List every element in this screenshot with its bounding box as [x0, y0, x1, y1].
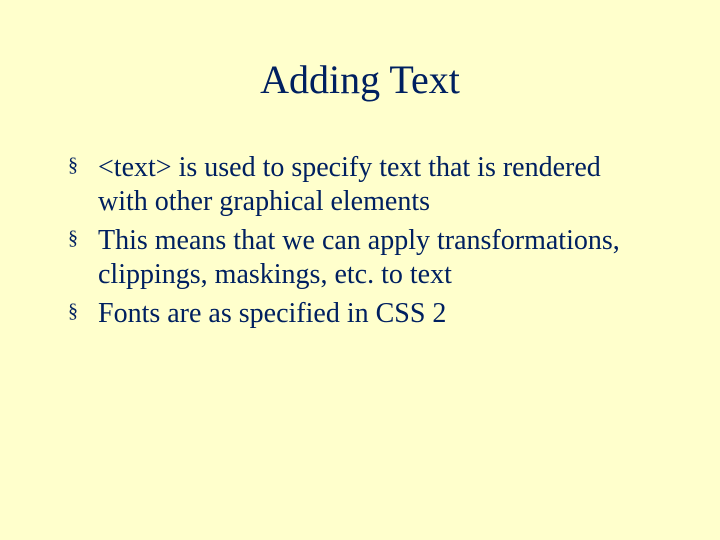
bullet-icon: § [68, 226, 78, 250]
bullet-icon: § [68, 153, 78, 177]
bullet-text: Fonts are as specified in CSS 2 [98, 298, 446, 329]
bullet-list: § <text> is used to specify text that is… [60, 151, 660, 331]
list-item: § This means that we can apply transform… [68, 224, 652, 291]
bullet-text: This means that we can apply transformat… [98, 225, 620, 290]
list-item: § <text> is used to specify text that is… [68, 151, 652, 218]
slide-title: Adding Text [60, 56, 660, 103]
bullet-icon: § [68, 299, 78, 323]
bullet-text: <text> is used to specify text that is r… [98, 152, 601, 217]
list-item: § Fonts are as specified in CSS 2 [68, 297, 652, 331]
slide: Adding Text § <text> is used to specify … [0, 0, 720, 540]
